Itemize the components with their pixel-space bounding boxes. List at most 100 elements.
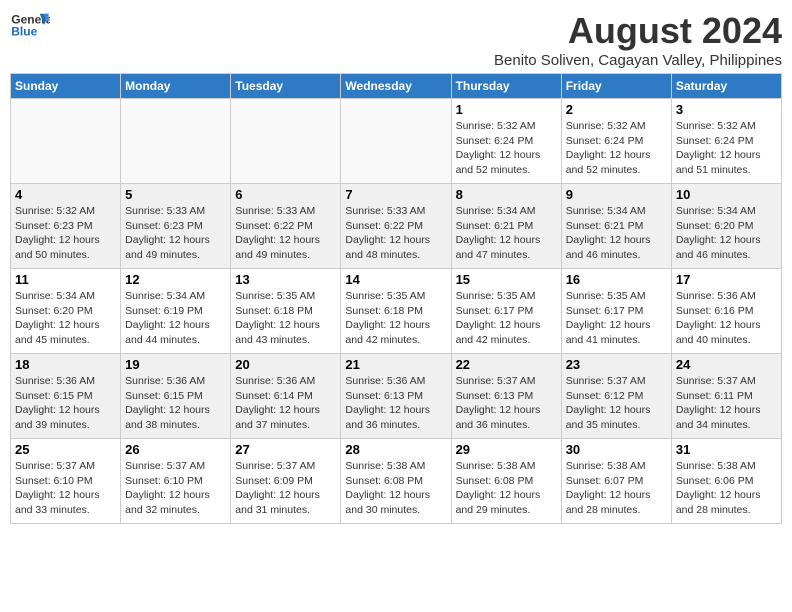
main-title: August 2024 [494, 10, 782, 52]
table-row: 26Sunrise: 5:37 AM Sunset: 6:10 PM Dayli… [121, 439, 231, 524]
day-info: Sunrise: 5:36 AM Sunset: 6:15 PM Dayligh… [125, 374, 226, 433]
calendar-week-row: 25 Sunrise: 5:37 AM Sunset: 6:10 PM Dayli… [11, 439, 782, 524]
day-number: 31 [676, 442, 777, 457]
table-row: 22 Sunrise: 5:37 AM Sunset: 6:13 PM Dayli… [451, 354, 561, 439]
svg-text:Blue: Blue [11, 25, 37, 39]
day-info: Sunrise: 5:38 AM Sunset: 6:06 PM Dayligh… [676, 459, 777, 518]
day-info: Sunrise: 5:37 AM Sunset: 6:09 PM Dayligh… [235, 459, 336, 518]
header-sunday: Sunday [11, 74, 121, 99]
calendar-table: Sunday Monday Tuesday Wednesday Thursday… [10, 73, 782, 524]
day-number: 9 [566, 187, 667, 202]
day-number: 12 [125, 272, 226, 287]
table-row: 28 Sunrise: 5:38 AM Sunset: 6:08 PM Dayli… [341, 439, 451, 524]
day-number: 27 [235, 442, 336, 457]
day-info: Sunrise: 5:34 AM Sunset: 6:20 PM Dayligh… [15, 289, 116, 348]
table-row: 23 Sunrise: 5:37 AM Sunset: 6:12 PM Dayli… [561, 354, 671, 439]
table-row: 1Sunrise: 5:32 AM Sunset: 6:24 PM Daylig… [451, 99, 561, 184]
day-info: Sunrise: 5:37 AM Sunset: 6:10 PM Dayligh… [125, 459, 226, 518]
table-row: 20 Sunrise: 5:36 AM Sunset: 6:14 PM Dayli… [231, 354, 341, 439]
day-info: Sunrise: 5:34 AM Sunset: 6:21 PM Dayligh… [456, 204, 557, 263]
day-info: Sunrise: 5:34 AM Sunset: 6:21 PM Dayligh… [566, 204, 667, 263]
table-row: 5Sunrise: 5:33 AM Sunset: 6:23 PM Daylig… [121, 184, 231, 269]
day-number: 28 [345, 442, 446, 457]
day-info: Sunrise: 5:32 AM Sunset: 6:23 PM Dayligh… [15, 204, 116, 263]
table-row: 10 Sunrise: 5:34 AM Sunset: 6:20 PM Dayli… [671, 184, 781, 269]
day-info: Sunrise: 5:38 AM Sunset: 6:07 PM Dayligh… [566, 459, 667, 518]
day-info: Sunrise: 5:38 AM Sunset: 6:08 PM Dayligh… [345, 459, 446, 518]
day-number: 15 [456, 272, 557, 287]
day-number: 23 [566, 357, 667, 372]
table-row: 16Sunrise: 5:35 AM Sunset: 6:17 PM Dayli… [561, 269, 671, 354]
table-row: 4 Sunrise: 5:32 AM Sunset: 6:23 PM Daylig… [11, 184, 121, 269]
day-info: Sunrise: 5:36 AM Sunset: 6:16 PM Dayligh… [676, 289, 777, 348]
day-info: Sunrise: 5:32 AM Sunset: 6:24 PM Dayligh… [676, 119, 777, 178]
day-number: 4 [15, 187, 116, 202]
day-number: 6 [235, 187, 336, 202]
day-info: Sunrise: 5:35 AM Sunset: 6:17 PM Dayligh… [456, 289, 557, 348]
day-number: 3 [676, 102, 777, 117]
day-info: Sunrise: 5:34 AM Sunset: 6:20 PM Dayligh… [676, 204, 777, 263]
day-number: 20 [235, 357, 336, 372]
table-row: 31 Sunrise: 5:38 AM Sunset: 6:06 PM Dayli… [671, 439, 781, 524]
subtitle: Benito Soliven, Cagayan Valley, Philippi… [494, 52, 782, 69]
day-info: Sunrise: 5:37 AM Sunset: 6:11 PM Dayligh… [676, 374, 777, 433]
day-number: 14 [345, 272, 446, 287]
day-number: 7 [345, 187, 446, 202]
day-number: 19 [125, 357, 226, 372]
day-info: Sunrise: 5:33 AM Sunset: 6:22 PM Dayligh… [235, 204, 336, 263]
day-number: 22 [456, 357, 557, 372]
table-row: 17 Sunrise: 5:36 AM Sunset: 6:16 PM Dayli… [671, 269, 781, 354]
table-row: 14 Sunrise: 5:35 AM Sunset: 6:18 PM Dayli… [341, 269, 451, 354]
table-row: 27 Sunrise: 5:37 AM Sunset: 6:09 PM Dayli… [231, 439, 341, 524]
day-number: 8 [456, 187, 557, 202]
page-header: General Blue August 2024 Benito Soliven,… [10, 10, 782, 69]
table-row: 30 Sunrise: 5:38 AM Sunset: 6:07 PM Dayli… [561, 439, 671, 524]
header-wednesday: Wednesday [341, 74, 451, 99]
calendar-week-row: 4 Sunrise: 5:32 AM Sunset: 6:23 PM Daylig… [11, 184, 782, 269]
table-row [231, 99, 341, 184]
day-info: Sunrise: 5:35 AM Sunset: 6:18 PM Dayligh… [235, 289, 336, 348]
header-thursday: Thursday [451, 74, 561, 99]
day-info: Sunrise: 5:36 AM Sunset: 6:14 PM Dayligh… [235, 374, 336, 433]
table-row: 8 Sunrise: 5:34 AM Sunset: 6:21 PM Daylig… [451, 184, 561, 269]
logo-icon: General Blue [10, 10, 50, 40]
logo: General Blue [10, 10, 50, 40]
day-number: 30 [566, 442, 667, 457]
table-row: 11Sunrise: 5:34 AM Sunset: 6:20 PM Dayli… [11, 269, 121, 354]
table-row: 24Sunrise: 5:37 AM Sunset: 6:11 PM Dayli… [671, 354, 781, 439]
day-info: Sunrise: 5:37 AM Sunset: 6:10 PM Dayligh… [15, 459, 116, 518]
day-info: Sunrise: 5:37 AM Sunset: 6:12 PM Dayligh… [566, 374, 667, 433]
day-info: Sunrise: 5:32 AM Sunset: 6:24 PM Dayligh… [566, 119, 667, 178]
table-row: 3 Sunrise: 5:32 AM Sunset: 6:24 PM Daylig… [671, 99, 781, 184]
day-number: 18 [15, 357, 116, 372]
header-monday: Monday [121, 74, 231, 99]
title-section: August 2024 Benito Soliven, Cagayan Vall… [494, 10, 782, 69]
day-info: Sunrise: 5:36 AM Sunset: 6:15 PM Dayligh… [15, 374, 116, 433]
day-info: Sunrise: 5:34 AM Sunset: 6:19 PM Dayligh… [125, 289, 226, 348]
header-saturday: Saturday [671, 74, 781, 99]
header-tuesday: Tuesday [231, 74, 341, 99]
table-row: 9 Sunrise: 5:34 AM Sunset: 6:21 PM Daylig… [561, 184, 671, 269]
day-info: Sunrise: 5:33 AM Sunset: 6:22 PM Dayligh… [345, 204, 446, 263]
day-number: 1 [456, 102, 557, 117]
table-row: 2Sunrise: 5:32 AM Sunset: 6:24 PM Daylig… [561, 99, 671, 184]
day-number: 17 [676, 272, 777, 287]
table-row: 7 Sunrise: 5:33 AM Sunset: 6:22 PM Daylig… [341, 184, 451, 269]
day-info: Sunrise: 5:33 AM Sunset: 6:23 PM Dayligh… [125, 204, 226, 263]
day-number: 25 [15, 442, 116, 457]
day-number: 13 [235, 272, 336, 287]
calendar-week-row: 18 Sunrise: 5:36 AM Sunset: 6:15 PM Dayli… [11, 354, 782, 439]
day-info: Sunrise: 5:35 AM Sunset: 6:18 PM Dayligh… [345, 289, 446, 348]
calendar-header-row: Sunday Monday Tuesday Wednesday Thursday… [11, 74, 782, 99]
day-info: Sunrise: 5:36 AM Sunset: 6:13 PM Dayligh… [345, 374, 446, 433]
day-number: 10 [676, 187, 777, 202]
table-row: 29Sunrise: 5:38 AM Sunset: 6:08 PM Dayli… [451, 439, 561, 524]
table-row: 15 Sunrise: 5:35 AM Sunset: 6:17 PM Dayli… [451, 269, 561, 354]
table-row [121, 99, 231, 184]
day-info: Sunrise: 5:37 AM Sunset: 6:13 PM Dayligh… [456, 374, 557, 433]
day-number: 16 [566, 272, 667, 287]
calendar-week-row: 1 Sunrise: 5:32 AM Sunset: 6:24 PM Daylig… [11, 99, 782, 184]
table-row: 21Sunrise: 5:36 AM Sunset: 6:13 PM Dayli… [341, 354, 451, 439]
table-row: 13 Sunrise: 5:35 AM Sunset: 6:18 PM Dayli… [231, 269, 341, 354]
table-row: 25 Sunrise: 5:37 AM Sunset: 6:10 PM Dayli… [11, 439, 121, 524]
